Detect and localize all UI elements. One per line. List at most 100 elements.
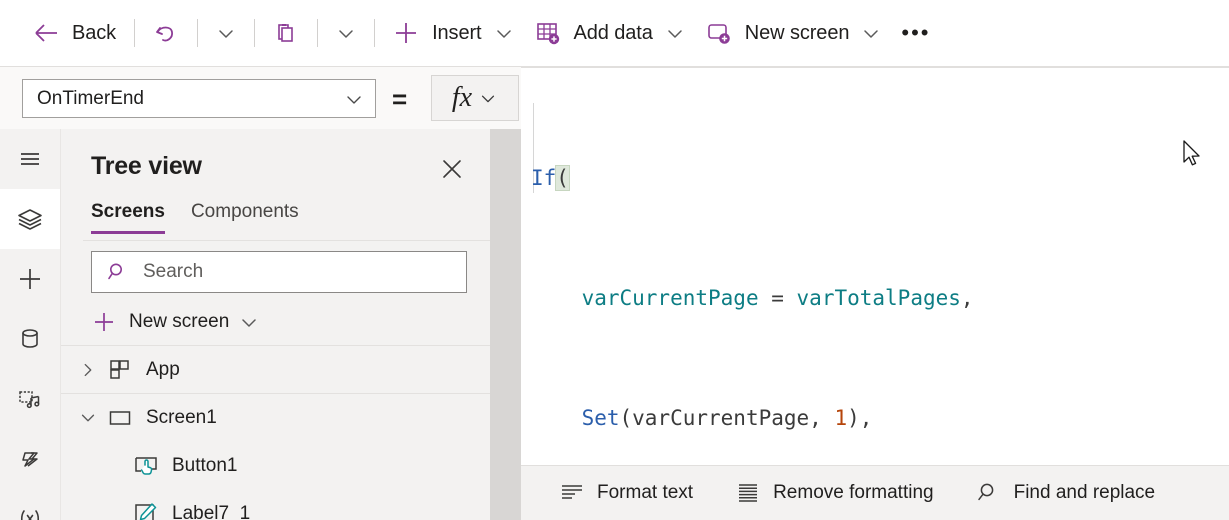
arrow-left-icon bbox=[31, 18, 61, 48]
format-text-icon bbox=[559, 480, 585, 506]
rail-variables[interactable] bbox=[0, 489, 60, 520]
property-select[interactable]: OnTimerEnd bbox=[22, 79, 376, 118]
media-icon bbox=[15, 384, 45, 414]
new-screen-tree-label: New screen bbox=[129, 311, 230, 332]
rail-tree-view[interactable] bbox=[0, 189, 60, 249]
format-text-button[interactable]: Format text bbox=[547, 473, 705, 513]
chevron-down-icon[interactable] bbox=[664, 22, 686, 44]
divider bbox=[317, 19, 319, 47]
add-data-button[interactable]: Add data bbox=[524, 11, 695, 55]
button-icon bbox=[129, 452, 163, 480]
back-label: Back bbox=[72, 21, 117, 44]
formula-editor-bottom-bar: Format text Remove formatting Find and r… bbox=[521, 465, 1229, 520]
left-icon-rail bbox=[0, 129, 61, 520]
chevron-right-icon[interactable] bbox=[73, 360, 103, 380]
rail-insert[interactable] bbox=[0, 249, 60, 309]
paste-dropdown-button[interactable] bbox=[325, 11, 367, 55]
search-icon bbox=[976, 480, 1002, 506]
tree-item-label7-1[interactable]: Label7_1 bbox=[61, 490, 490, 520]
close-icon[interactable] bbox=[436, 153, 468, 185]
powerapps-studio-window: Back Insert Add data New screen ••• OnTi… bbox=[0, 0, 1229, 520]
tree-item-screen1[interactable]: Screen1 bbox=[61, 394, 490, 442]
formula-editor-top-border bbox=[521, 67, 1229, 68]
undo-icon bbox=[151, 18, 181, 48]
token-close-comma: ), bbox=[847, 406, 873, 430]
code-line-2: varCurrentPage = varTotalPages, bbox=[521, 283, 1229, 313]
paste-button[interactable] bbox=[262, 11, 310, 55]
chevron-down-icon[interactable] bbox=[238, 311, 260, 333]
divider bbox=[134, 19, 136, 47]
chevron-down-icon[interactable] bbox=[73, 408, 103, 428]
rail-hamburger-menu[interactable] bbox=[0, 129, 60, 189]
tree-item-label: Screen1 bbox=[146, 407, 217, 428]
tab-screens[interactable]: Screens bbox=[91, 201, 165, 234]
tree-item-label: App bbox=[146, 358, 180, 380]
formula-editor[interactable]: If( varCurrentPage = varTotalPages, Set(… bbox=[521, 67, 1229, 465]
undo-dropdown-button[interactable] bbox=[205, 11, 247, 55]
fx-glyph: fx bbox=[451, 82, 473, 113]
tree-item-label: Button1 bbox=[172, 455, 238, 476]
power-automate-icon bbox=[15, 444, 45, 474]
hamburger-icon bbox=[15, 144, 45, 174]
back-button[interactable]: Back bbox=[22, 11, 127, 55]
tree-view-tabs: Screens Components bbox=[91, 201, 299, 234]
remove-formatting-button[interactable]: Remove formatting bbox=[723, 473, 946, 513]
chevron-down-icon bbox=[335, 22, 357, 44]
panel-divider[interactable] bbox=[490, 129, 521, 520]
variables-x-icon bbox=[15, 504, 45, 520]
divider bbox=[254, 19, 256, 47]
chevron-down-icon[interactable] bbox=[860, 22, 882, 44]
token-vartotalpages: varTotalPages bbox=[796, 286, 961, 310]
tree-item-button1[interactable]: Button1 bbox=[61, 442, 490, 490]
insert-button[interactable]: Insert bbox=[382, 11, 523, 55]
tree-search-box[interactable] bbox=[91, 251, 467, 293]
tabs-divider bbox=[83, 240, 490, 241]
search-input[interactable] bbox=[143, 261, 443, 283]
token-equals-op: = bbox=[758, 286, 797, 310]
tree-view-title: Tree view bbox=[91, 152, 202, 180]
tree-item-app[interactable]: App bbox=[61, 346, 490, 394]
tab-components[interactable]: Components bbox=[191, 201, 299, 234]
label-edit-icon bbox=[129, 500, 163, 520]
code-line-1: If( bbox=[521, 163, 1229, 193]
chevron-down-icon bbox=[478, 88, 498, 108]
rail-data[interactable] bbox=[0, 309, 60, 369]
code-line-3: Set(varCurrentPage, 1), bbox=[521, 403, 1229, 433]
search-icon bbox=[106, 260, 130, 284]
remove-formatting-icon bbox=[735, 480, 761, 506]
divider bbox=[374, 19, 376, 47]
new-screen-button[interactable]: New screen bbox=[695, 11, 892, 55]
find-and-replace-button[interactable]: Find and replace bbox=[964, 473, 1168, 513]
property-select-value: OnTimerEnd bbox=[37, 87, 144, 109]
remove-formatting-label: Remove formatting bbox=[773, 482, 934, 503]
equals-sign: = bbox=[392, 84, 408, 114]
token-set-args: (varCurrentPage, bbox=[619, 406, 835, 430]
plus-icon bbox=[15, 264, 45, 294]
new-screen-label: New screen bbox=[744, 21, 850, 44]
find-and-replace-label: Find and replace bbox=[1013, 482, 1156, 503]
chevron-down-icon[interactable] bbox=[493, 22, 515, 44]
clipboard-paste-icon bbox=[271, 18, 301, 48]
token-set: Set bbox=[581, 406, 620, 430]
insert-label: Insert bbox=[432, 21, 482, 44]
overflow-menu-button[interactable]: ••• bbox=[891, 13, 940, 53]
fx-button[interactable]: fx bbox=[431, 75, 519, 121]
rail-media[interactable] bbox=[0, 369, 60, 429]
add-data-table-icon bbox=[533, 18, 563, 48]
token-number: 1 bbox=[834, 406, 848, 430]
rail-power-automate[interactable] bbox=[0, 429, 60, 489]
chevron-down-icon bbox=[343, 88, 365, 110]
new-screen-icon bbox=[704, 18, 734, 48]
new-screen-tree-button[interactable]: New screen bbox=[91, 305, 260, 339]
plus-icon bbox=[391, 18, 421, 48]
format-text-label: Format text bbox=[597, 482, 694, 503]
tree-view-panel: Tree view Screens Components Search New … bbox=[61, 129, 490, 520]
chevron-down-icon bbox=[215, 22, 237, 44]
undo-button[interactable] bbox=[142, 11, 190, 55]
layers-icon bbox=[15, 204, 45, 234]
database-icon bbox=[15, 324, 45, 354]
command-bar: Back Insert Add data New screen ••• bbox=[0, 0, 1229, 66]
formula-code[interactable]: If( varCurrentPage = varTotalPages, Set(… bbox=[521, 73, 1229, 520]
